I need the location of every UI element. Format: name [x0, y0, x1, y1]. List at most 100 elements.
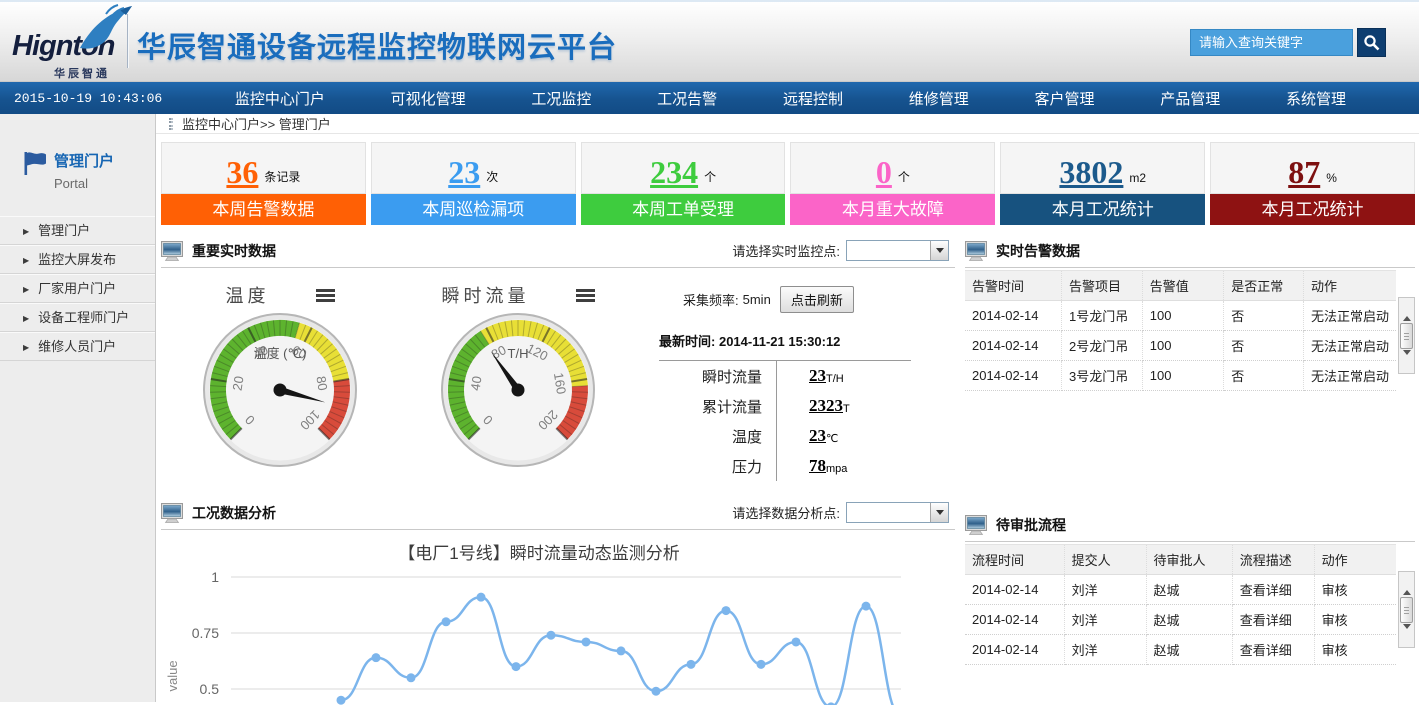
svg-text:20: 20 — [229, 375, 246, 392]
stat-card-0[interactable]: 36条记录本周告警数据 — [161, 142, 366, 225]
section-title: 工况数据分析 — [192, 503, 276, 523]
sidebar-menu: 管理门户监控大屏发布厂家用户门户设备工程师门户维修人员门户 — [0, 216, 155, 361]
reading-unit: T/H — [826, 373, 844, 385]
logo[interactable]: Hignton 华辰智通 — [12, 6, 134, 80]
flow-gauge: 04080120160200T/H — [440, 312, 596, 468]
action-cell[interactable]: 查看详细 — [1232, 635, 1314, 665]
data-cell: 否 — [1224, 331, 1304, 361]
data-cell: 2014-02-14 — [965, 361, 1061, 391]
stat-card-4[interactable]: 3802m2本月工况统计 — [1000, 142, 1205, 225]
refresh-button[interactable]: 点击刷新 — [780, 286, 854, 313]
column-header: 流程时间 — [965, 545, 1064, 575]
gauges-row: 温度 020406080100温度 (℃) 瞬时流量 0408012016020… — [161, 268, 955, 492]
realtime-section-header: 重要实时数据 请选择实时监控点: — [161, 234, 955, 268]
data-cell: 100 — [1142, 361, 1224, 391]
action-cell[interactable]: 审核 — [1314, 605, 1396, 635]
stat-label[interactable]: 本月工况统计 — [1000, 194, 1205, 225]
table-header-row: 告警时间告警项目告警值是否正常动作 — [965, 271, 1396, 301]
search-button[interactable] — [1357, 28, 1386, 57]
nav-item-3[interactable]: 工况告警 — [657, 88, 717, 109]
chart-title: 【电厂1号线】瞬时流量动态监测分析 — [161, 539, 917, 564]
action-cell[interactable]: 查看详细 — [1232, 605, 1314, 635]
realtime-point-select[interactable] — [846, 240, 949, 261]
nav-item-4[interactable]: 远程控制 — [783, 88, 843, 109]
gauge-menu-icon[interactable] — [316, 289, 335, 302]
stat-label[interactable]: 本周告警数据 — [161, 194, 366, 225]
stat-label[interactable]: 本月工况统计 — [1210, 194, 1415, 225]
svg-text:value: value — [165, 660, 180, 691]
nav-item-7[interactable]: 产品管理 — [1160, 88, 1220, 109]
scroll-thumb[interactable] — [1400, 597, 1413, 623]
scroll-down-button[interactable] — [1403, 355, 1411, 370]
data-cell: 100 — [1142, 301, 1224, 331]
reading-number: 78 — [809, 456, 826, 476]
svg-text:1: 1 — [211, 569, 219, 585]
alarms-section-header: 实时告警数据 — [965, 234, 1415, 268]
analysis-select-label: 请选择数据分析点: — [732, 503, 840, 522]
nav-item-6[interactable]: 客户管理 — [1034, 88, 1094, 109]
stat-unit: % — [1326, 171, 1337, 188]
app-header: Hignton 华辰智通 华辰智通设备远程监控物联网云平台 — [0, 0, 1419, 82]
select-dropdown-button[interactable] — [930, 241, 948, 260]
sidebar-item-1[interactable]: 监控大屏发布 — [0, 245, 155, 274]
gauge-menu-icon[interactable] — [576, 289, 595, 302]
column-header: 动作 — [1314, 545, 1396, 575]
nav-item-5[interactable]: 维修管理 — [909, 88, 969, 109]
column-header: 动作 — [1303, 271, 1396, 301]
select-dropdown-button[interactable] — [930, 503, 948, 522]
table-header-row: 流程时间提交人待审批人流程描述动作 — [965, 545, 1396, 575]
stat-label[interactable]: 本周巡检漏项 — [371, 194, 576, 225]
stat-label[interactable]: 本周工单受理 — [581, 194, 786, 225]
scrollbar[interactable] — [1398, 571, 1415, 648]
stat-unit: 个 — [898, 168, 910, 188]
flow-gauge-block: 瞬时流量 04080120160200T/H — [399, 270, 637, 492]
nav-item-1[interactable]: 可视化管理 — [391, 88, 466, 109]
action-cell[interactable]: 审核 — [1314, 635, 1396, 665]
reading-unit: ℃ — [826, 432, 838, 445]
stat-number: 0 — [876, 156, 892, 188]
sidebar-item-0[interactable]: 管理门户 — [0, 216, 155, 245]
scroll-down-button[interactable] — [1403, 629, 1411, 644]
stat-card-3[interactable]: 0个本月重大故障 — [790, 142, 995, 225]
scroll-up-button[interactable] — [1403, 301, 1411, 316]
realtime-select-label: 请选择实时监控点: — [732, 241, 840, 260]
chevron-down-icon — [936, 248, 944, 253]
nav-item-8[interactable]: 系统管理 — [1286, 88, 1346, 109]
reading-label: 温度 — [659, 426, 762, 447]
scrollbar[interactable] — [1398, 297, 1415, 374]
scroll-thumb[interactable] — [1400, 323, 1413, 349]
search-input[interactable] — [1190, 29, 1353, 56]
sidebar-item-2[interactable]: 厂家用户门户 — [0, 274, 155, 303]
scroll-up-button[interactable] — [1403, 575, 1411, 590]
monitor-icon — [161, 503, 184, 523]
stat-card-1[interactable]: 23次本周巡检漏项 — [371, 142, 576, 225]
sidebar-item-3[interactable]: 设备工程师门户 — [0, 303, 155, 332]
data-cell: 100 — [1142, 331, 1224, 361]
stat-label[interactable]: 本月重大故障 — [790, 194, 995, 225]
reading-label: 累计流量 — [659, 396, 762, 417]
stat-number: 23 — [448, 156, 480, 188]
column-header: 是否正常 — [1224, 271, 1304, 301]
stat-card-2[interactable]: 234个本周工单受理 — [581, 142, 786, 225]
freq-value: 5min — [743, 292, 771, 307]
reading-row-0: 瞬时流量23T/H — [659, 361, 911, 391]
stat-card-5[interactable]: 87%本月工况统计 — [1210, 142, 1415, 225]
nav-item-0[interactable]: 监控中心门户 — [235, 88, 325, 109]
stat-number: 87 — [1288, 156, 1320, 188]
action-cell[interactable]: 查看详细 — [1232, 575, 1314, 605]
freq-label: 采集频率: — [683, 290, 739, 309]
readings-table: 瞬时流量23T/H累计流量2323T温度23℃压力78mpa — [659, 360, 911, 481]
reading-value: 78mpa — [776, 451, 847, 481]
sidebar-item-4[interactable]: 维修人员门户 — [0, 332, 155, 361]
portal-title: 管理门户 — [54, 150, 155, 171]
stat-value-area: 87% — [1210, 142, 1415, 194]
latest-time-label: 最新时间: — [659, 334, 715, 349]
stat-unit: 条记录 — [264, 168, 300, 188]
nav-item-2[interactable]: 工况监控 — [531, 88, 591, 109]
action-cell[interactable]: 审核 — [1314, 575, 1396, 605]
alarms-table-wrap: 告警时间告警项目告警值是否正常动作2014-02-141号龙门吊100否无法正常… — [965, 270, 1415, 391]
reading-value: 23℃ — [776, 421, 838, 451]
analysis-section-header: 工况数据分析 请选择数据分析点: — [161, 496, 955, 530]
analysis-point-select[interactable] — [846, 502, 949, 523]
reading-unit: T — [843, 403, 850, 415]
